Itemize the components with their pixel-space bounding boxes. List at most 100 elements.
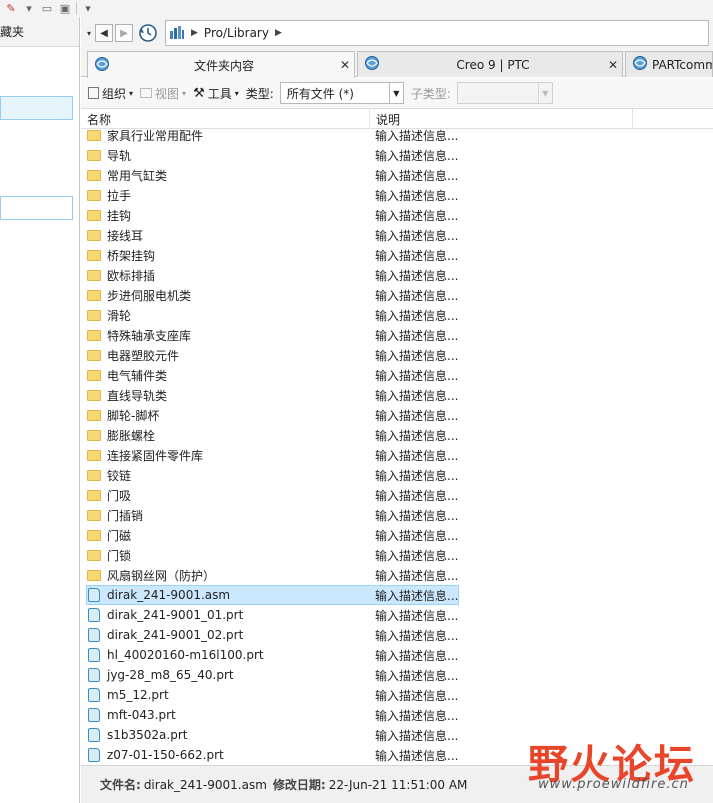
favorites-item-outlined[interactable] bbox=[0, 196, 73, 220]
file-name: 欧标排插 bbox=[107, 268, 156, 283]
file-row[interactable]: jyg-28_m8_65_40.prt 输入描述信息... bbox=[81, 665, 461, 685]
file-row[interactable]: dirak_241-9001_02.prt 输入描述信息... bbox=[81, 625, 461, 645]
organize-button[interactable]: 组织 ▾ bbox=[88, 85, 133, 102]
chevron-down-icon[interactable]: ▼ bbox=[537, 83, 552, 103]
edit-dropdown-icon[interactable]: ▾ bbox=[22, 2, 36, 15]
folder-icon bbox=[87, 309, 101, 321]
tab-creo-ptc[interactable]: Creo 9 | PTC ✕ bbox=[357, 51, 623, 77]
folder-row[interactable]: 滑轮 输入描述信息... bbox=[81, 305, 461, 325]
folder-row[interactable]: 导轨 输入描述信息... bbox=[81, 145, 461, 165]
file-row[interactable]: z07-01-150-662.prt 输入描述信息... bbox=[81, 745, 461, 765]
description-cell: 输入描述信息... bbox=[375, 208, 459, 223]
views-button[interactable]: 视图 ▾ bbox=[140, 85, 186, 102]
column-name[interactable]: 名称 bbox=[81, 109, 370, 129]
folder-row[interactable]: 门锁 输入描述信息... bbox=[81, 545, 461, 565]
name-cell: 步进伺服电机类 bbox=[81, 285, 371, 305]
globe-icon bbox=[632, 55, 648, 74]
folder-row[interactable]: 膨胀螺栓 输入描述信息... bbox=[81, 425, 461, 445]
folder-row[interactable]: 风扇钢丝网（防护） 输入描述信息... bbox=[81, 565, 461, 585]
folder-row[interactable]: 电器塑胶元件 输入描述信息... bbox=[81, 345, 461, 365]
file-row[interactable]: hl_40020160-m16l100.prt 输入描述信息... bbox=[81, 645, 461, 665]
folder-row[interactable]: 连接紧固件零件库 输入描述信息... bbox=[81, 445, 461, 465]
folder-row[interactable]: 拉手 输入描述信息... bbox=[81, 185, 461, 205]
folder-row[interactable]: 特殊轴承支座库 输入描述信息... bbox=[81, 325, 461, 345]
file-name: 门磁 bbox=[107, 528, 132, 543]
name-cell: 直线导轨类 bbox=[81, 385, 371, 405]
folder-icon bbox=[87, 429, 101, 441]
description-cell: 输入描述信息... bbox=[375, 548, 459, 563]
column-description[interactable]: 说明 bbox=[370, 109, 633, 129]
folder-row[interactable]: 挂钩 输入描述信息... bbox=[81, 205, 461, 225]
part-file-icon bbox=[88, 668, 100, 682]
organize-label: 组织 bbox=[102, 86, 127, 101]
save-icon[interactable]: ▭ bbox=[40, 2, 54, 15]
tab-label: 文件夹内容 bbox=[193, 58, 254, 73]
favorites-item-selected[interactable] bbox=[0, 96, 73, 120]
close-icon[interactable]: ✕ bbox=[338, 58, 352, 72]
name-cell: mft-043.prt bbox=[81, 705, 371, 725]
file-row[interactable]: mft-043.prt 输入描述信息... bbox=[81, 705, 461, 725]
description-cell: 输入描述信息... bbox=[375, 148, 459, 163]
file-name: 风扇钢丝网（防护） bbox=[107, 568, 216, 583]
column-header: 名称 说明 bbox=[81, 109, 713, 129]
tools-button[interactable]: ⚒ 工具 ▾ bbox=[193, 85, 239, 102]
name-cell: 连接紧固件零件库 bbox=[81, 445, 371, 465]
file-row[interactable]: s1b3502a.prt 输入描述信息... bbox=[81, 725, 461, 745]
nav-dropdown-icon[interactable]: ▾ bbox=[85, 24, 93, 42]
chevron-down-icon[interactable]: ▼ bbox=[388, 83, 403, 103]
name-cell: 铰链 bbox=[81, 465, 371, 485]
file-name: 电气辅件类 bbox=[107, 368, 168, 383]
folder-row[interactable]: 电气辅件类 输入描述信息... bbox=[81, 365, 461, 385]
folder-row[interactable]: 直线导轨类 输入描述信息... bbox=[81, 385, 461, 405]
folder-icon bbox=[87, 469, 101, 481]
part-file-icon bbox=[88, 588, 100, 602]
description-cell: 输入描述信息... bbox=[375, 268, 459, 283]
type-select[interactable]: 所有文件 (*) ▼ bbox=[279, 82, 404, 104]
description-cell: 输入描述信息... bbox=[375, 388, 459, 403]
tab-folder-contents[interactable]: 文件夹内容 ✕ bbox=[87, 51, 355, 78]
file-row[interactable]: dirak_241-9001.asm 输入描述信息... bbox=[81, 585, 461, 605]
tab-label: PARTcomm bbox=[652, 57, 712, 72]
file-name: 挂钩 bbox=[107, 208, 132, 223]
folder-row[interactable]: 桥架挂钩 输入描述信息... bbox=[81, 245, 461, 265]
name-cell: dirak_241-9001_01.prt bbox=[81, 605, 371, 625]
back-button[interactable]: ◀ bbox=[95, 24, 113, 42]
folder-row[interactable]: 家具行业常用配件 输入描述信息... bbox=[81, 129, 461, 145]
name-cell: m5_12.prt bbox=[81, 685, 371, 705]
customize-dropdown-icon[interactable]: ▾ bbox=[81, 2, 95, 15]
breadcrumb-arrow-icon[interactable]: ▶ bbox=[275, 28, 282, 38]
name-cell: 桥架挂钩 bbox=[81, 245, 371, 265]
history-icon[interactable] bbox=[137, 22, 159, 44]
forward-button[interactable]: ▶ bbox=[115, 24, 133, 42]
folder-row[interactable]: 欧标排插 输入描述信息... bbox=[81, 265, 461, 285]
file-row[interactable]: m5_12.prt 输入描述信息... bbox=[81, 685, 461, 705]
folder-row[interactable]: 门磁 输入描述信息... bbox=[81, 525, 461, 545]
address-bar[interactable]: ▶ Pro/Library ▶ bbox=[165, 20, 709, 46]
breadcrumb[interactable]: Pro/Library bbox=[204, 26, 269, 40]
folder-icon bbox=[87, 129, 101, 141]
file-name: 门锁 bbox=[107, 548, 132, 563]
folder-row[interactable]: 铰链 输入描述信息... bbox=[81, 465, 461, 485]
part-file-icon bbox=[88, 728, 100, 742]
name-cell: 家具行业常用配件 bbox=[81, 129, 371, 145]
folder-row[interactable]: 门插销 输入描述信息... bbox=[81, 505, 461, 525]
folder-icon bbox=[87, 549, 101, 561]
folder-row[interactable]: 门吸 输入描述信息... bbox=[81, 485, 461, 505]
watermark-url: www.proewildfire.cn bbox=[538, 777, 689, 792]
folder-icon bbox=[87, 569, 101, 581]
close-icon[interactable]: ✕ bbox=[606, 58, 620, 72]
pencil-icon[interactable]: ✎ bbox=[4, 2, 18, 15]
file-row[interactable]: dirak_241-9001_01.prt 输入描述信息... bbox=[81, 605, 461, 625]
subtype-select[interactable]: ▼ bbox=[456, 82, 553, 104]
save-as-icon[interactable]: ▣ bbox=[58, 2, 72, 15]
favorites-title: 藏夹 bbox=[0, 25, 25, 39]
folder-row[interactable]: 接线耳 输入描述信息... bbox=[81, 225, 461, 245]
tab-partcommunity[interactable]: PARTcomm bbox=[625, 51, 713, 77]
file-name: 接线耳 bbox=[107, 228, 144, 243]
file-name: s1b3502a.prt bbox=[107, 728, 188, 742]
folder-row[interactable]: 步进伺服电机类 输入描述信息... bbox=[81, 285, 461, 305]
folder-row[interactable]: 常用气缸类 输入描述信息... bbox=[81, 165, 461, 185]
breadcrumb-arrow-icon[interactable]: ▶ bbox=[191, 28, 198, 38]
folder-row[interactable]: 脚轮-脚杯 输入描述信息... bbox=[81, 405, 461, 425]
description-cell: 输入描述信息... bbox=[375, 468, 459, 483]
